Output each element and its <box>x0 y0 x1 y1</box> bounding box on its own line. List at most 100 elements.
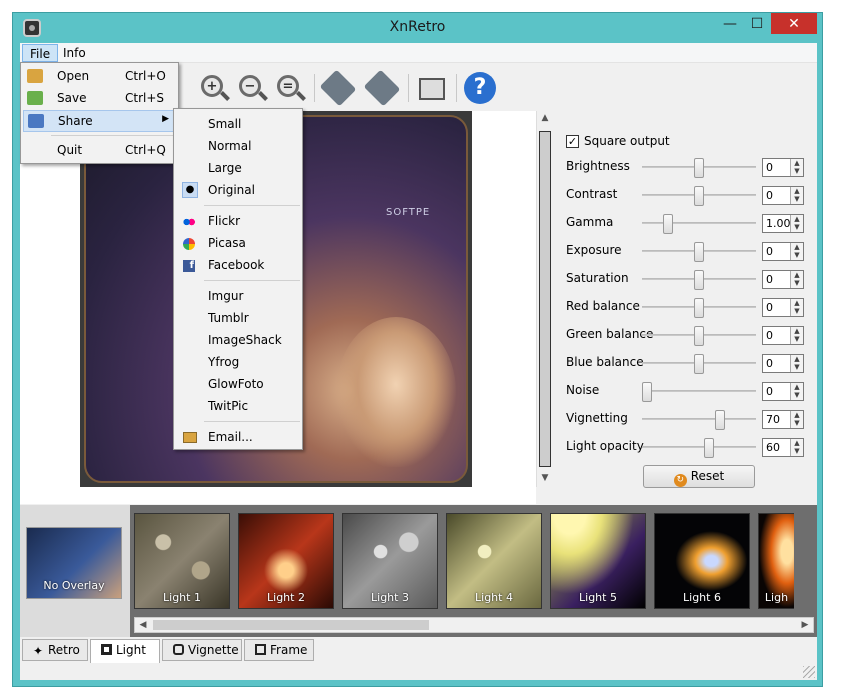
adjust-row: Noise 0 ▲ ▼ <box>560 379 810 403</box>
scroll-down-icon[interactable]: ▼ <box>537 473 553 483</box>
share-yfrog[interactable]: Yfrog <box>176 351 300 373</box>
set-wallpaper-button[interactable] <box>416 72 448 104</box>
scroll-right-icon[interactable]: ▶ <box>797 618 813 632</box>
spin-arrows-icon[interactable]: ▲ ▼ <box>790 243 803 260</box>
adjust-slider-knob[interactable] <box>694 242 704 262</box>
menu-item-share[interactable]: Share ▶ <box>23 110 176 132</box>
maximize-button[interactable]: ☐ <box>744 13 770 34</box>
adjust-row: Light opacity 60 ▲ ▼ <box>560 435 810 459</box>
adjust-label: Saturation <box>566 271 629 285</box>
submenu-arrow-icon: ▶ <box>162 114 169 124</box>
adjust-spinbox[interactable]: 0 ▲ ▼ <box>762 158 804 177</box>
scroll-thumb[interactable] <box>539 131 551 467</box>
adjust-slider-knob[interactable] <box>694 186 704 206</box>
share-size-large[interactable]: Large <box>176 157 300 179</box>
overlay-thumb[interactable]: Light 3 <box>342 513 438 609</box>
adjust-slider-track[interactable] <box>642 222 756 224</box>
share-flickr[interactable]: Flickr <box>176 210 300 232</box>
adjust-spinbox[interactable]: 0 ▲ ▼ <box>762 270 804 289</box>
spin-arrows-icon[interactable]: ▲ ▼ <box>790 215 803 232</box>
share-submenu: Small Normal Large ● Original Flickr Pica… <box>173 108 303 450</box>
adjust-spinbox[interactable]: 0 ▲ ▼ <box>762 326 804 345</box>
adjust-spinbox[interactable]: 70 ▲ ▼ <box>762 410 804 429</box>
menu-item-open[interactable]: Open Ctrl+O <box>23 66 176 88</box>
adjust-slider-knob[interactable] <box>642 382 652 402</box>
rotate-left-button[interactable] <box>319 69 357 107</box>
scroll-left-icon[interactable]: ◀ <box>135 618 151 632</box>
spin-arrows-icon[interactable]: ▲ ▼ <box>790 355 803 372</box>
scroll-up-icon[interactable]: ▲ <box>537 113 553 123</box>
spin-arrows-icon[interactable]: ▲ ▼ <box>790 439 803 456</box>
overlay-thumb[interactable]: Light 2 <box>238 513 334 609</box>
spin-arrows-icon[interactable]: ▲ ▼ <box>790 411 803 428</box>
adjust-spinbox[interactable]: 0 ▲ ▼ <box>762 242 804 261</box>
adjust-spinbox[interactable]: 60 ▲ ▼ <box>762 438 804 457</box>
rotate-right-button[interactable] <box>363 69 401 107</box>
zoom-out-button[interactable]: − <box>236 72 268 104</box>
tab-frame[interactable]: Frame <box>244 639 314 661</box>
tab-vignette[interactable]: Vignette <box>162 639 242 661</box>
share-size-normal[interactable]: Normal <box>176 135 300 157</box>
menu-file[interactable]: File <box>22 44 59 62</box>
adjust-slider-track[interactable] <box>642 390 756 392</box>
spin-arrows-icon[interactable]: ▲ ▼ <box>790 187 803 204</box>
overlay-scroll-thumb[interactable] <box>153 620 429 630</box>
spin-arrows-icon[interactable]: ▲ ▼ <box>790 327 803 344</box>
overlay-thumb[interactable]: Ligh <box>758 513 794 609</box>
share-facebook[interactable]: f Facebook <box>176 254 300 276</box>
spin-arrows-icon[interactable]: ▲ ▼ <box>790 271 803 288</box>
share-tumblr[interactable]: Tumblr <box>176 307 300 329</box>
reset-button[interactable]: ↻ Reset <box>643 465 755 488</box>
adjust-slider-knob[interactable] <box>704 438 714 458</box>
adjust-spinbox[interactable]: 0 ▲ ▼ <box>762 354 804 373</box>
share-size-original[interactable]: ● Original <box>176 179 300 201</box>
tab-retro[interactable]: ✦ Retro <box>22 639 88 661</box>
adjust-label: Red balance <box>566 299 640 313</box>
square-output-checkbox[interactable]: ✓ <box>566 135 579 148</box>
spin-arrows-icon[interactable]: ▲ ▼ <box>790 383 803 400</box>
overlay-thumb[interactable]: Light 5 <box>550 513 646 609</box>
title-bar: XnRetro — ☐ ✕ <box>13 13 822 43</box>
adjust-slider-knob[interactable] <box>694 158 704 178</box>
share-imgur[interactable]: Imgur <box>176 285 300 307</box>
adjust-spinbox[interactable]: 0 ▲ ▼ <box>762 186 804 205</box>
resize-grip[interactable] <box>803 666 815 678</box>
tab-light[interactable]: Light <box>90 639 160 663</box>
adjust-slider-knob[interactable] <box>663 214 673 234</box>
overlay-scrollbar[interactable]: ◀ ▶ <box>134 617 814 633</box>
adjust-slider-track[interactable] <box>642 446 756 448</box>
menu-item-quit[interactable]: Quit Ctrl+Q <box>23 140 176 162</box>
adjust-slider-knob[interactable] <box>715 410 725 430</box>
adjust-slider-knob[interactable] <box>694 298 704 318</box>
spin-arrows-icon[interactable]: ▲ ▼ <box>790 159 803 176</box>
overlay-none[interactable] <box>20 505 130 637</box>
viewer-scrollbar[interactable]: ▲ ▼ <box>536 111 552 487</box>
adjust-label: Vignetting <box>566 411 628 425</box>
adjust-slider-knob[interactable] <box>694 326 704 346</box>
minimize-button[interactable]: — <box>717 13 743 34</box>
adjust-slider-knob[interactable] <box>694 354 704 374</box>
share-size-small[interactable]: Small <box>176 113 300 135</box>
overlay-thumb[interactable]: Light 1 <box>134 513 230 609</box>
picasa-icon <box>183 238 195 250</box>
overlay-thumb[interactable]: Light 6 <box>654 513 750 609</box>
overlay-thumb[interactable]: Light 4 <box>446 513 542 609</box>
share-glowfoto[interactable]: GlowFoto <box>176 373 300 395</box>
adjust-spinbox[interactable]: 1.00 ▲ ▼ <box>762 214 804 233</box>
share-imageshack[interactable]: ImageShack <box>176 329 300 351</box>
spin-arrows-icon[interactable]: ▲ ▼ <box>790 299 803 316</box>
adjust-spinbox[interactable]: 0 ▲ ▼ <box>762 382 804 401</box>
close-button[interactable]: ✕ <box>771 13 817 34</box>
zoom-fit-button[interactable]: = <box>274 72 306 104</box>
adjust-spinbox[interactable]: 0 ▲ ▼ <box>762 298 804 317</box>
adjust-label: Noise <box>566 383 600 397</box>
adjust-slider-knob[interactable] <box>694 270 704 290</box>
share-twitpic[interactable]: TwitPic <box>176 395 300 417</box>
menu-info[interactable]: Info <box>56 44 93 62</box>
adjust-slider-track[interactable] <box>642 418 756 420</box>
menu-item-save[interactable]: Save Ctrl+S <box>23 88 176 110</box>
zoom-in-button[interactable]: + <box>198 72 230 104</box>
share-email[interactable]: Email... <box>176 426 300 448</box>
share-picasa[interactable]: Picasa <box>176 232 300 254</box>
help-button[interactable]: ? <box>464 72 496 104</box>
